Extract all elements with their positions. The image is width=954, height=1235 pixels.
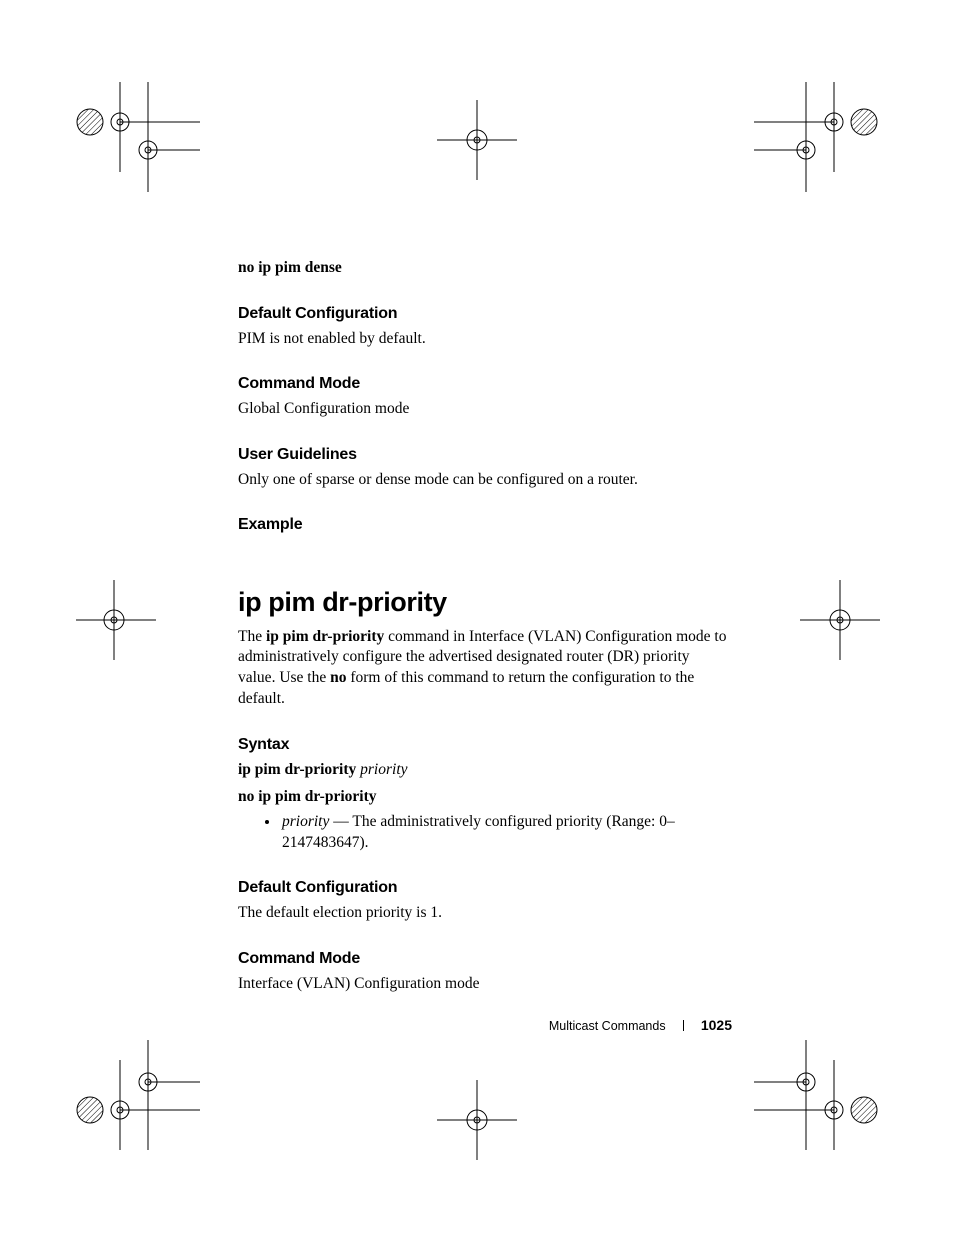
crop-mark-center-top-icon (437, 100, 517, 180)
heading-user-guidelines: User Guidelines (238, 444, 728, 466)
syntax-bullet-item: priority — The administratively configur… (280, 812, 728, 854)
footer-divider (683, 1020, 684, 1031)
crop-mark-top-right-icon (754, 82, 884, 192)
heading-default-configuration-2: Default Configuration (238, 877, 728, 899)
syntax-bullet-param: priority (282, 813, 329, 830)
text-user-guidelines: Only one of sparse or dense mode can be … (238, 470, 728, 491)
desc-no-bold: no (330, 669, 346, 686)
text-default-configuration-1: PIM is not enabled by default. (238, 329, 728, 350)
syntax-bullet-list: priority — The administratively configur… (238, 812, 728, 854)
crop-mark-bottom-left-icon (70, 1030, 200, 1150)
no-ip-pim-dense-line: no ip pim dense (238, 258, 728, 279)
text-default-configuration-2: The default election priority is 1. (238, 903, 728, 924)
crop-mark-top-left-icon (70, 82, 200, 192)
crop-mark-center-bottom-icon (437, 1080, 517, 1160)
text-command-mode-1: Global Configuration mode (238, 399, 728, 420)
desc-prefix: The (238, 628, 266, 645)
crop-mark-left-icon (76, 580, 156, 660)
page-footer: Multicast Commands 1025 (0, 1016, 954, 1035)
crop-mark-bottom-right-icon (754, 1030, 884, 1150)
text-command-mode-2: Interface (VLAN) Configuration mode (238, 974, 728, 995)
syntax-line-2: no ip pim dr-priority (238, 787, 728, 808)
page-body: no ip pim dense Default Configuration PI… (238, 258, 728, 997)
footer-section: Multicast Commands (549, 1019, 666, 1033)
command-description: The ip pim dr-priority command in Interf… (238, 627, 728, 711)
heading-syntax: Syntax (238, 734, 728, 756)
syntax-line1-italic: priority (356, 761, 407, 778)
command-title: ip pim dr-priority (238, 584, 728, 620)
heading-example: Example (238, 514, 728, 536)
heading-command-mode-2: Command Mode (238, 948, 728, 970)
syntax-bullet-rest: — The administratively configured priori… (282, 813, 675, 851)
footer-page-number: 1025 (701, 1017, 732, 1033)
heading-default-configuration-1: Default Configuration (238, 303, 728, 325)
crop-mark-right-icon (800, 580, 880, 660)
syntax-line1-bold: ip pim dr-priority (238, 761, 356, 778)
syntax-line-1: ip pim dr-priority priority (238, 760, 728, 781)
desc-cmd-bold: ip pim dr-priority (266, 628, 384, 645)
heading-command-mode-1: Command Mode (238, 373, 728, 395)
